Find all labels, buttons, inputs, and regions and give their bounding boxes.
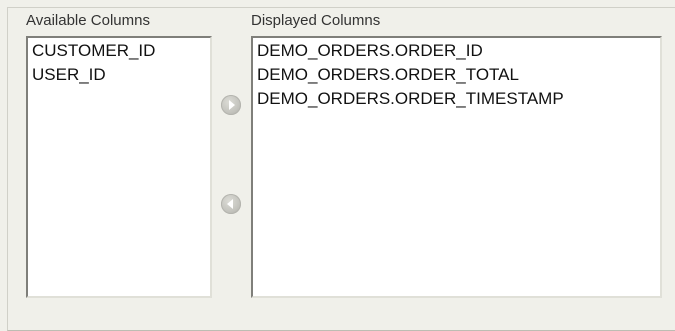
list-item[interactable]: DEMO_ORDERS.ORDER_ID xyxy=(253,39,660,63)
list-item[interactable]: USER_ID xyxy=(28,63,210,87)
move-right-button[interactable] xyxy=(221,95,241,115)
displayed-columns-header: Displayed Columns xyxy=(251,12,381,29)
column-selector-panel: Available Columns Displayed Columns CUST… xyxy=(7,7,675,331)
arrow-left-icon xyxy=(227,199,233,209)
displayed-columns-list[interactable]: DEMO_ORDERS.ORDER_ID DEMO_ORDERS.ORDER_T… xyxy=(251,36,662,298)
available-columns-header: Available Columns xyxy=(26,12,150,29)
list-item[interactable]: DEMO_ORDERS.ORDER_TOTAL xyxy=(253,63,660,87)
move-left-button[interactable] xyxy=(221,194,241,214)
arrow-right-icon xyxy=(229,100,235,110)
available-columns-list[interactable]: CUSTOMER_ID USER_ID xyxy=(26,36,212,298)
list-item[interactable]: DEMO_ORDERS.ORDER_TIMESTAMP xyxy=(253,87,660,111)
list-item[interactable]: CUSTOMER_ID xyxy=(28,39,210,63)
